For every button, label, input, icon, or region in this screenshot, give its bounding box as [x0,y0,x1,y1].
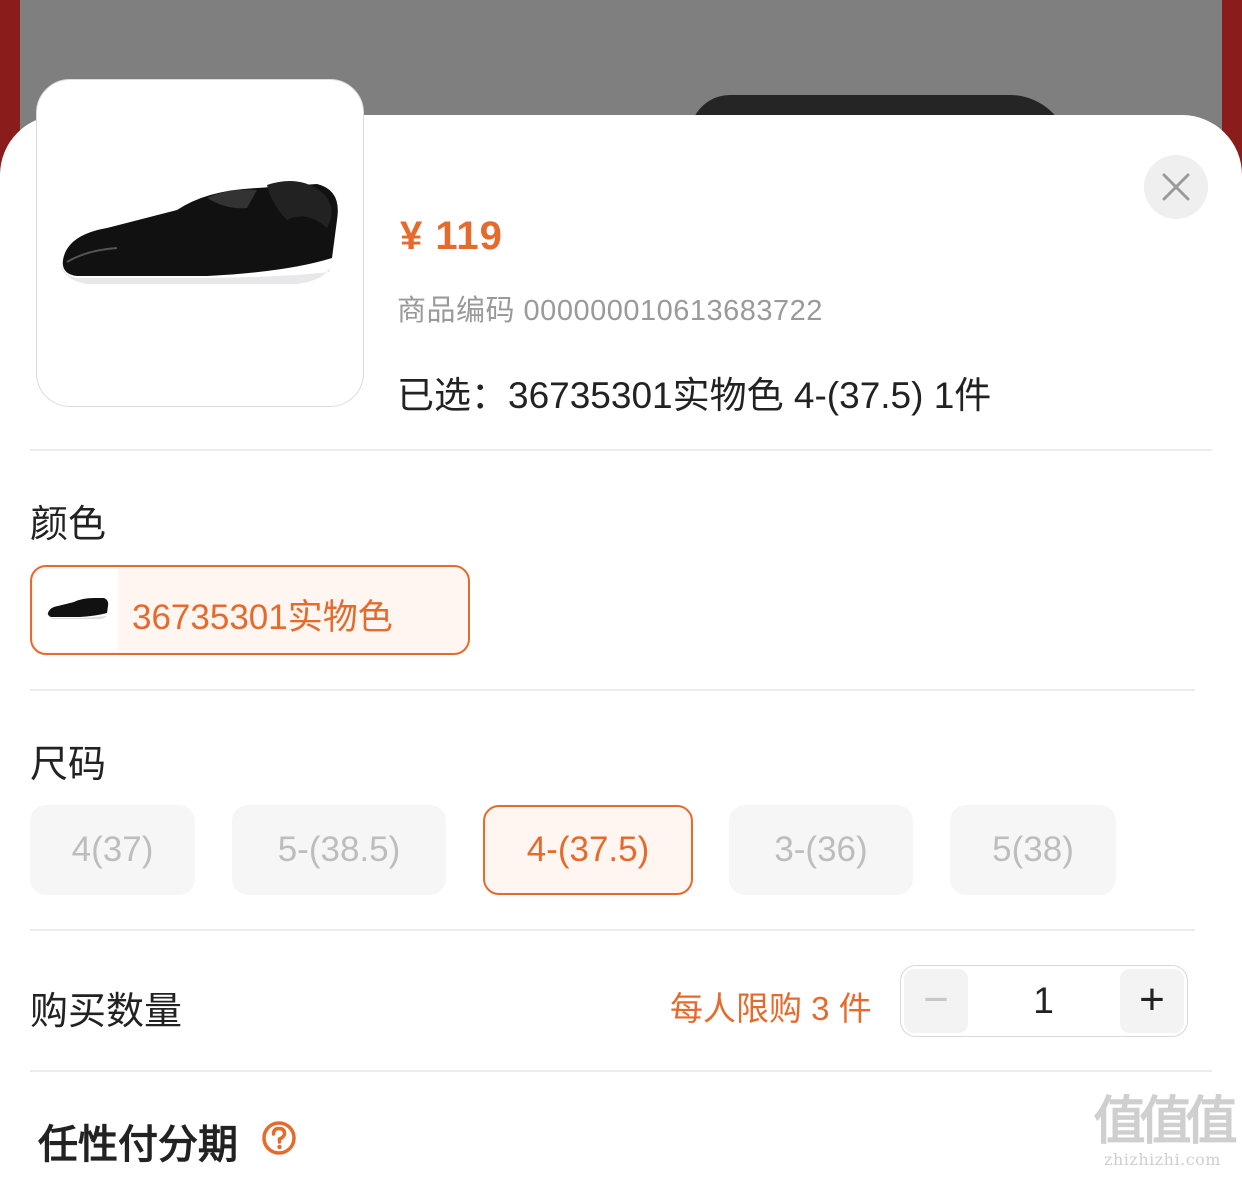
color-option-thumbnail [34,569,118,651]
question-circle-icon[interactable] [261,1120,297,1156]
size-option[interactable]: 4(37) [30,805,195,895]
selected-summary: 已选：36735301实物色 4-(37.5) 1件 [397,375,992,416]
close-icon [1162,173,1190,201]
color-option-label: 36735301实物色 [132,598,393,637]
size-option[interactable]: 5-(38.5) [232,805,446,895]
product-thumbnail[interactable] [36,79,364,407]
product-price: ¥ 119 [400,214,503,258]
quantity-stepper: − + [900,965,1188,1037]
divider [30,1070,1212,1072]
watermark-logo: 值值值 [1093,1091,1237,1152]
divider [30,929,1195,931]
increase-quantity-button[interactable]: + [1120,969,1184,1033]
watermark-url: zhizhizhi.com [1104,1150,1221,1169]
close-button[interactable] [1144,155,1208,219]
divider [30,449,1212,451]
minus-icon: − [923,975,949,1024]
size-option[interactable]: 5(38) [950,805,1116,895]
size-option[interactable]: 3-(36) [729,805,913,895]
quantity-section-title: 购买数量 [30,991,183,1033]
shoe-image [61,181,338,284]
installment-title: 任性付分期 [38,1123,238,1167]
quantity-input[interactable] [971,966,1116,1036]
purchase-limit-note: 每人限购 3 件 [670,990,872,1027]
shoe-icon [47,598,109,619]
product-sku-code: 商品编码 000000010613683722 [397,295,823,327]
divider [30,689,1195,691]
plus-icon: + [1139,975,1165,1024]
size-section-title: 尺码 [30,744,107,786]
size-option-selected[interactable]: 4-(37.5) [483,805,693,895]
color-option[interactable]: 36735301实物色 [30,565,470,655]
decrease-quantity-button[interactable]: − [904,969,968,1033]
site-watermark: 值值值 zhizhizhi.com [1090,1091,1237,1170]
color-section-title: 颜色 [30,504,107,546]
